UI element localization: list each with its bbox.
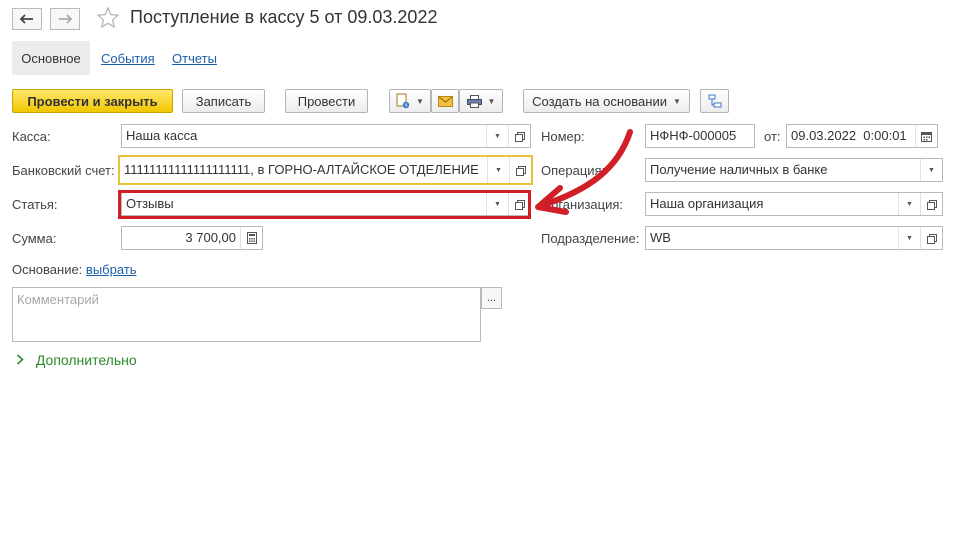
operation-value: Получение наличных в банке — [650, 162, 828, 177]
chevron-down-icon[interactable]: ▼ — [898, 227, 920, 249]
envelope-icon — [437, 95, 453, 107]
number-field[interactable]: НФНФ-000005 — [645, 124, 755, 148]
highlight-box — [118, 190, 531, 219]
tab-main[interactable]: Основное — [12, 41, 90, 75]
chevron-down-icon: ▼ — [672, 96, 681, 106]
print-button[interactable]: ▼ — [459, 89, 503, 113]
comment-field[interactable]: Комментарий — [12, 287, 481, 342]
favorite-star-icon[interactable] — [96, 6, 120, 33]
chevron-down-icon[interactable]: ▼ — [920, 159, 942, 181]
additional-section-label: Дополнительно — [35, 352, 137, 368]
arrow-right-icon — [59, 14, 72, 24]
create-based-on-label: Создать на основании — [532, 93, 667, 109]
date-field[interactable]: 09.03.2022 0:00:01 — [786, 124, 938, 148]
chevron-right-icon — [16, 352, 28, 368]
document-structure-icon — [396, 93, 410, 109]
bank-account-label: Банковский счет: — [12, 163, 115, 178]
amount-value: 3 700,00 — [185, 230, 236, 245]
comment-expand-button[interactable]: ... — [481, 287, 502, 309]
calculator-icon[interactable] — [240, 227, 262, 249]
basis-label: Основание: — [12, 262, 83, 277]
structure-button[interactable]: ▼ — [389, 89, 431, 113]
department-label: Подразделение: — [541, 231, 640, 246]
number-value: НФНФ-000005 — [650, 128, 737, 143]
document-flow-button[interactable] — [700, 89, 729, 113]
page-title: Поступление в кассу 5 от 09.03.2022 — [130, 7, 438, 27]
back-button[interactable] — [12, 8, 42, 30]
operation-field[interactable]: Получение наличных в банке ▼ — [645, 158, 943, 182]
article-label: Статья: — [12, 197, 58, 212]
forward-button[interactable] — [50, 8, 80, 30]
open-icon[interactable] — [920, 227, 942, 249]
chevron-down-icon[interactable]: ▼ — [486, 125, 508, 147]
open-icon[interactable] — [920, 193, 942, 215]
chevron-down-icon[interactable]: ▼ — [487, 157, 509, 183]
create-based-on-button[interactable]: Создать на основании ▼ — [523, 89, 690, 113]
bank-account-field[interactable]: 11111111111111111111, в ГОРНО-АЛТАЙСКОЕ … — [118, 155, 533, 185]
basis-row: Основание: выбрать — [12, 262, 137, 277]
kassa-field[interactable]: Наша касса ▼ — [121, 124, 531, 148]
arrow-left-icon — [20, 14, 33, 24]
save-button[interactable]: Записать — [182, 89, 265, 113]
red-arrow-annotation — [535, 129, 633, 215]
calendar-icon[interactable] — [915, 125, 937, 147]
printer-icon — [466, 94, 482, 108]
basis-select-link[interactable]: выбрать — [86, 262, 137, 277]
kassa-value: Наша касса — [126, 128, 198, 143]
bank-account-value: 11111111111111111111, в ГОРНО-АЛТАЙСКОЕ … — [124, 162, 483, 177]
email-button[interactable] — [431, 89, 459, 113]
organization-value: Наша организация — [650, 196, 764, 211]
kassa-label: Касса: — [12, 129, 51, 144]
additional-section-toggle[interactable]: Дополнительно — [16, 352, 137, 368]
post-button[interactable]: Провести — [285, 89, 368, 113]
organization-field[interactable]: Наша организация ▼ — [645, 192, 943, 216]
comment-placeholder: Комментарий — [17, 292, 99, 307]
amount-field[interactable]: 3 700,00 — [121, 226, 263, 250]
chevron-down-icon[interactable]: ▼ — [898, 193, 920, 215]
hierarchy-icon — [708, 94, 721, 108]
tab-reports[interactable]: Отчеты — [172, 51, 217, 66]
post-and-close-button[interactable]: Провести и закрыть — [12, 89, 173, 113]
department-field[interactable]: WB ▼ — [645, 226, 943, 250]
amount-label: Сумма: — [12, 231, 57, 246]
date-label: от: — [764, 129, 781, 144]
tab-events[interactable]: События — [101, 51, 155, 66]
date-value: 09.03.2022 0:00:01 — [791, 128, 907, 143]
department-value: WB — [650, 230, 671, 245]
